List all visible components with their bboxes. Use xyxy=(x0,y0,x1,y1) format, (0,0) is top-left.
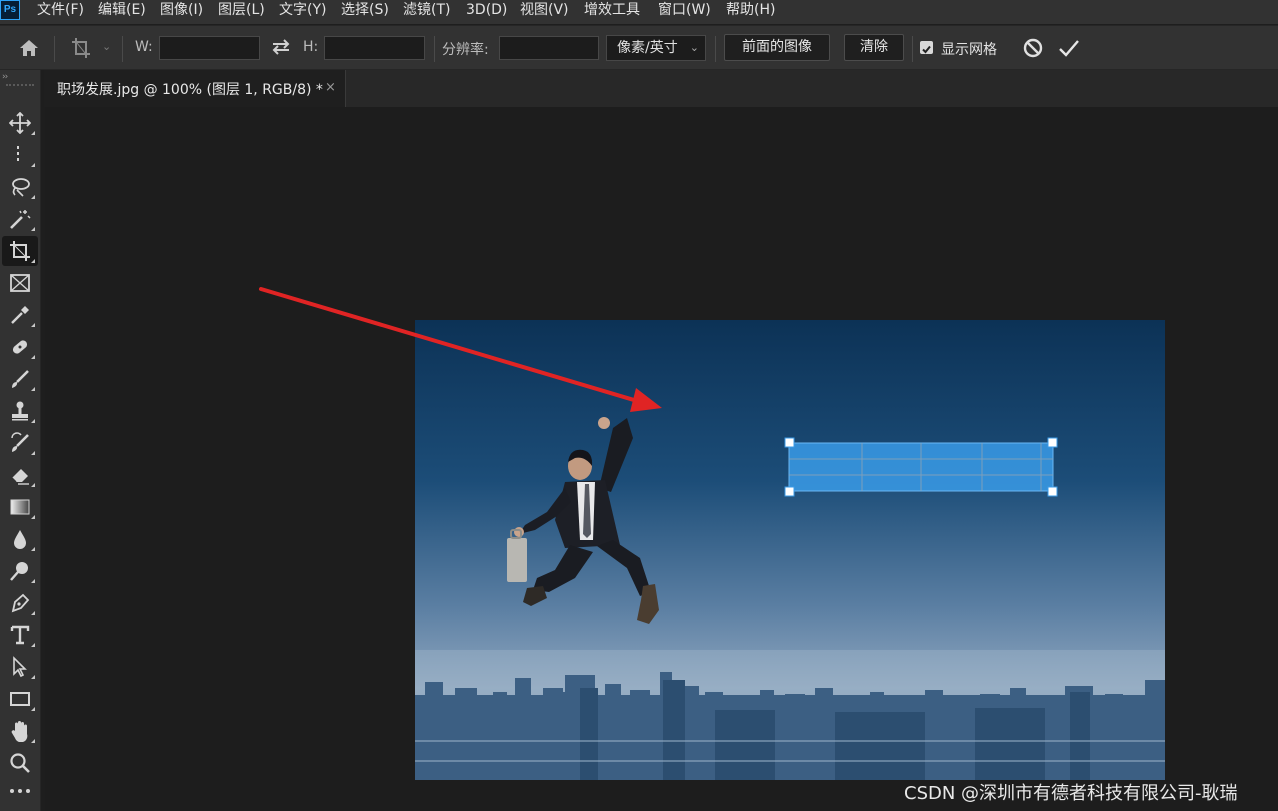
type-tool[interactable] xyxy=(2,620,38,650)
menu-help[interactable]: 帮助(H) xyxy=(726,0,775,22)
lasso-icon xyxy=(12,178,30,197)
blur-tool[interactable] xyxy=(2,524,38,554)
move-tool[interactable] xyxy=(2,108,38,138)
unit-select[interactable]: 像素/英寸 ⌄ xyxy=(606,35,706,61)
document-image[interactable] xyxy=(415,320,1165,780)
history-brush-tool[interactable] xyxy=(2,428,38,458)
document-tab-title: 职场发展.jpg @ 100% (图层 1, RGB/8) * xyxy=(57,82,323,98)
crop-icon xyxy=(10,241,30,261)
menu-type[interactable]: 文字(Y) xyxy=(279,0,326,22)
width-input[interactable] xyxy=(159,36,260,60)
magic-wand-tool[interactable] xyxy=(2,204,38,234)
show-grid-checkbox[interactable] xyxy=(920,41,933,54)
zoom-icon xyxy=(10,753,30,773)
dodge-icon xyxy=(10,562,28,581)
options-bar: ⌄ W: H: 分辨率: 像素/英寸 ⌄ 前面的图像 清除 显示网格 xyxy=(0,25,1278,70)
hand-tool[interactable] xyxy=(2,716,38,746)
history-brush-icon xyxy=(11,432,29,452)
crop-handle-bottom-right[interactable] xyxy=(1047,486,1058,497)
pen-tool[interactable] xyxy=(2,588,38,618)
path-selection-tool[interactable] xyxy=(2,652,38,682)
watermark-text: CSDN @深圳市有德者科技有限公司-耿瑞 xyxy=(904,783,1238,804)
options-separator xyxy=(122,36,123,62)
menu-filter[interactable]: 滤镜(T) xyxy=(403,0,450,22)
menu-3d[interactable]: 3D(D) xyxy=(466,0,507,22)
clear-button[interactable]: 清除 xyxy=(844,34,904,61)
perspective-crop-preset-icon[interactable] xyxy=(71,37,91,63)
commit-transform-icon[interactable] xyxy=(1058,37,1080,63)
eyedropper-tool[interactable] xyxy=(2,300,38,330)
more-tools-icon xyxy=(10,789,30,793)
crop-tool[interactable] xyxy=(2,236,38,266)
menu-view[interactable]: 视图(V) xyxy=(520,0,569,22)
type-icon xyxy=(10,625,30,645)
path-selection-icon xyxy=(13,656,27,678)
show-grid-label: 显示网格 xyxy=(941,42,997,58)
magic-wand-icon xyxy=(10,210,31,229)
frame-icon xyxy=(10,274,30,292)
eyedropper-icon xyxy=(11,306,29,324)
brush-icon xyxy=(12,370,29,388)
options-separator xyxy=(912,36,913,62)
panel-grip[interactable] xyxy=(6,84,34,90)
marquee-icon xyxy=(17,146,19,164)
menu-select[interactable]: 选择(S) xyxy=(341,0,389,22)
options-separator xyxy=(715,36,716,62)
options-separator xyxy=(434,36,435,62)
gradient-icon xyxy=(10,499,30,515)
panel-collapse-icon[interactable]: ›› xyxy=(2,72,8,82)
blur-icon xyxy=(14,530,26,549)
marquee-tool[interactable] xyxy=(2,140,38,170)
dodge-tool[interactable] xyxy=(2,556,38,586)
zoom-tool[interactable] xyxy=(2,748,38,778)
pen-icon xyxy=(11,593,30,613)
clone-stamp-icon xyxy=(12,401,28,421)
tools-panel: ›› xyxy=(0,70,41,811)
rectangle-icon xyxy=(10,692,30,706)
width-label: W: xyxy=(135,39,153,55)
photoshop-logo[interactable]: Ps xyxy=(0,0,20,20)
rectangle-tool[interactable] xyxy=(2,684,38,714)
menu-edit[interactable]: 编辑(E) xyxy=(98,0,146,22)
menu-image[interactable]: 图像(I) xyxy=(160,0,203,22)
options-separator xyxy=(54,36,55,62)
photo-jumping-businessman xyxy=(415,320,1165,780)
clone-stamp-tool[interactable] xyxy=(2,396,38,426)
eraser-tool[interactable] xyxy=(2,460,38,490)
height-label: H: xyxy=(303,39,319,55)
healing-brush-icon xyxy=(12,340,28,354)
eraser-icon xyxy=(11,469,29,485)
front-image-button[interactable]: 前面的图像 xyxy=(724,34,830,61)
preset-chevron-icon[interactable]: ⌄ xyxy=(102,40,111,53)
crop-handle-top-right[interactable] xyxy=(1047,437,1058,448)
close-icon[interactable]: × xyxy=(325,80,336,95)
menu-window[interactable]: 窗口(W) xyxy=(658,0,711,22)
menu-plugins[interactable]: 增效工具 xyxy=(584,0,640,22)
swap-icon[interactable] xyxy=(271,38,291,60)
healing-brush-tool[interactable] xyxy=(2,332,38,362)
crop-handle-bottom-left[interactable] xyxy=(784,486,795,497)
resolution-input[interactable] xyxy=(499,36,599,60)
gradient-tool[interactable] xyxy=(2,492,38,522)
menu-file[interactable]: 文件(F) xyxy=(37,0,84,22)
chevron-down-icon: ⌄ xyxy=(689,41,699,54)
brush-tool[interactable] xyxy=(2,364,38,394)
height-input[interactable] xyxy=(324,36,425,60)
hand-icon xyxy=(11,721,28,742)
resolution-label: 分辨率: xyxy=(442,42,489,58)
menu-layer[interactable]: 图层(L) xyxy=(218,0,265,22)
move-icon xyxy=(9,112,31,134)
unit-select-value: 像素/英寸 xyxy=(617,40,678,56)
cancel-transform-icon[interactable] xyxy=(1022,37,1044,63)
document-tab[interactable]: 职场发展.jpg @ 100% (图层 1, RGB/8) * × xyxy=(44,70,346,107)
crop-handle-top-left[interactable] xyxy=(784,437,795,448)
document-tab-bar: 职场发展.jpg @ 100% (图层 1, RGB/8) * × xyxy=(44,70,1278,107)
lasso-tool[interactable] xyxy=(2,172,38,202)
home-icon[interactable] xyxy=(18,38,40,62)
frame-tool[interactable] xyxy=(2,268,38,298)
more-tools-button[interactable] xyxy=(2,780,38,804)
menu-bar: Ps 文件(F) 编辑(E) 图像(I) 图层(L) 文字(Y) 选择(S) 滤… xyxy=(0,0,1278,24)
